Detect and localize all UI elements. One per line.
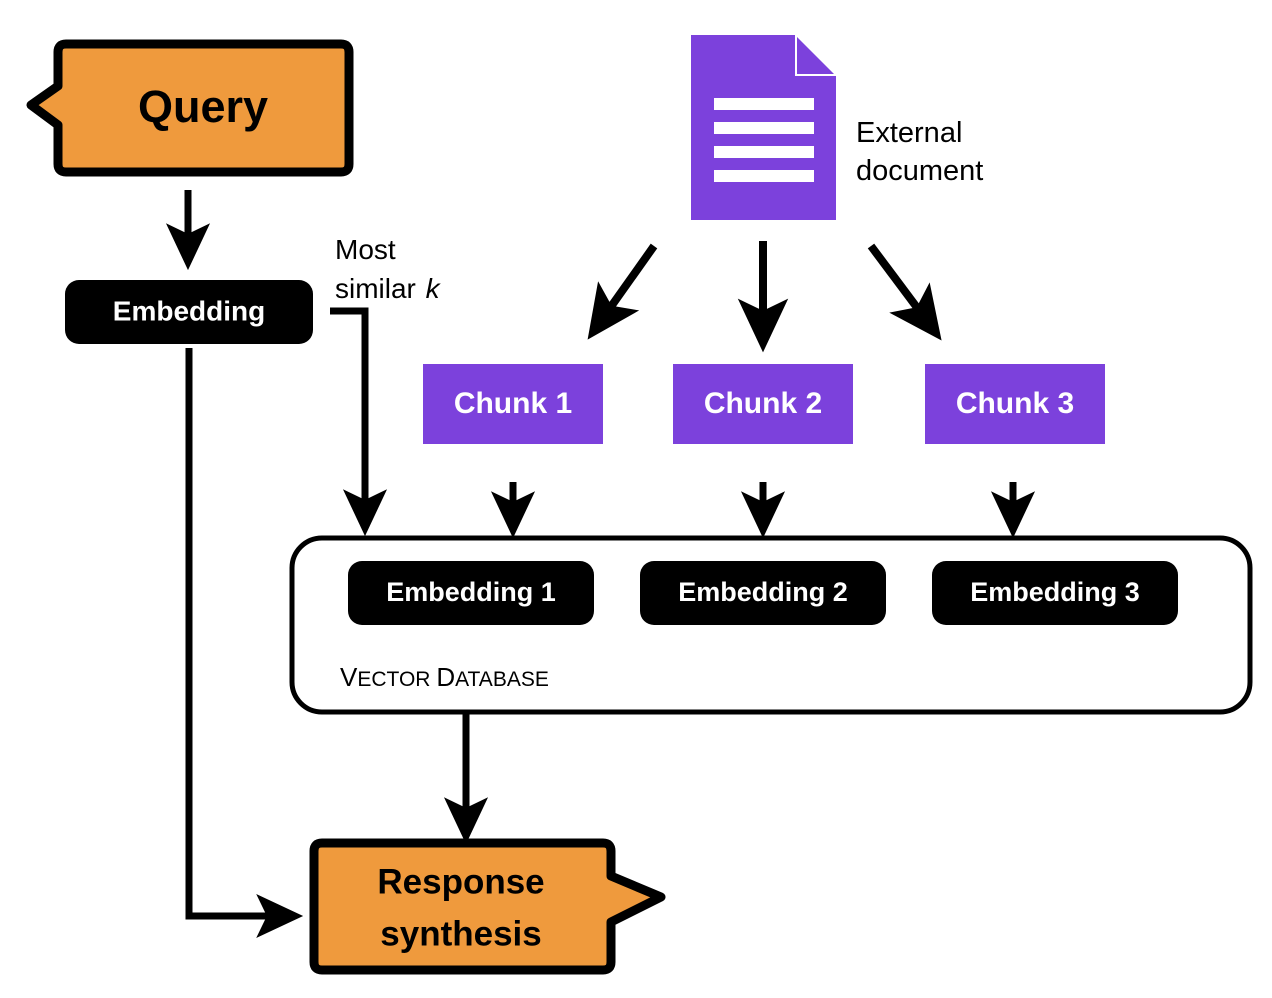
external-document-label-line1: External (856, 117, 962, 149)
vector-database-label-ector: ECTOR (357, 668, 436, 691)
vector-database-label-d: D (436, 662, 455, 692)
vector-database-label-v: V (340, 662, 358, 692)
document-icon-line-1 (714, 98, 814, 110)
embedding-1-label: Embedding 1 (386, 577, 556, 607)
most-similar-k-prefix: similar (335, 273, 424, 304)
most-similar-k-label-line2: similar k (335, 273, 442, 304)
node-embedding-1[interactable]: Embedding 1 (348, 561, 594, 625)
node-chunk-1[interactable]: Chunk 1 (423, 364, 603, 444)
node-chunk-2[interactable]: Chunk 2 (673, 364, 853, 444)
node-embedding-2[interactable]: Embedding 2 (640, 561, 886, 625)
vector-database-label-atabase: ATABASE (455, 668, 549, 691)
node-external-document[interactable] (691, 35, 836, 220)
document-icon-line-3 (714, 146, 814, 158)
node-query[interactable]: Query (26, 39, 354, 177)
chunk-3-label: Chunk 3 (956, 387, 1074, 420)
flow-diagram-svg: Query Embedding Most similar k External … (26, 35, 1253, 975)
most-similar-k-variable: k (426, 273, 442, 304)
chunk-1-label: Chunk 1 (454, 387, 572, 420)
query-label: Query (138, 81, 268, 132)
response-synthesis-label-line1: Response (377, 862, 544, 901)
node-chunk-3[interactable]: Chunk 3 (925, 364, 1105, 444)
diagram-canvas: Query Embedding Most similar k External … (0, 0, 1272, 998)
edge-embedding-to-vectordb (330, 307, 388, 537)
chunk-2-label: Chunk 2 (704, 387, 822, 420)
edge-embedding-to-response (185, 348, 304, 939)
edge-document-to-chunk-3 (867, 243, 942, 341)
edge-document-to-chunk-1 (587, 243, 658, 340)
node-query-embedding[interactable]: Embedding (65, 280, 313, 344)
node-embedding-3[interactable]: Embedding 3 (932, 561, 1178, 625)
external-document-label-line2: document (856, 155, 983, 187)
document-icon-line-4 (714, 170, 814, 182)
most-similar-k-label-line1: Most (335, 234, 396, 265)
embedding-3-label: Embedding 3 (970, 577, 1140, 607)
node-response-synthesis[interactable]: Response synthesis (309, 838, 666, 975)
document-icon-line-2 (714, 122, 814, 134)
query-embedding-label: Embedding (113, 295, 265, 326)
response-synthesis-label-line2: synthesis (380, 914, 541, 953)
node-vector-database[interactable]: VECTOR DATABASE Embedding 1 Embedding 2 … (289, 535, 1253, 715)
embedding-2-label: Embedding 2 (678, 577, 848, 607)
